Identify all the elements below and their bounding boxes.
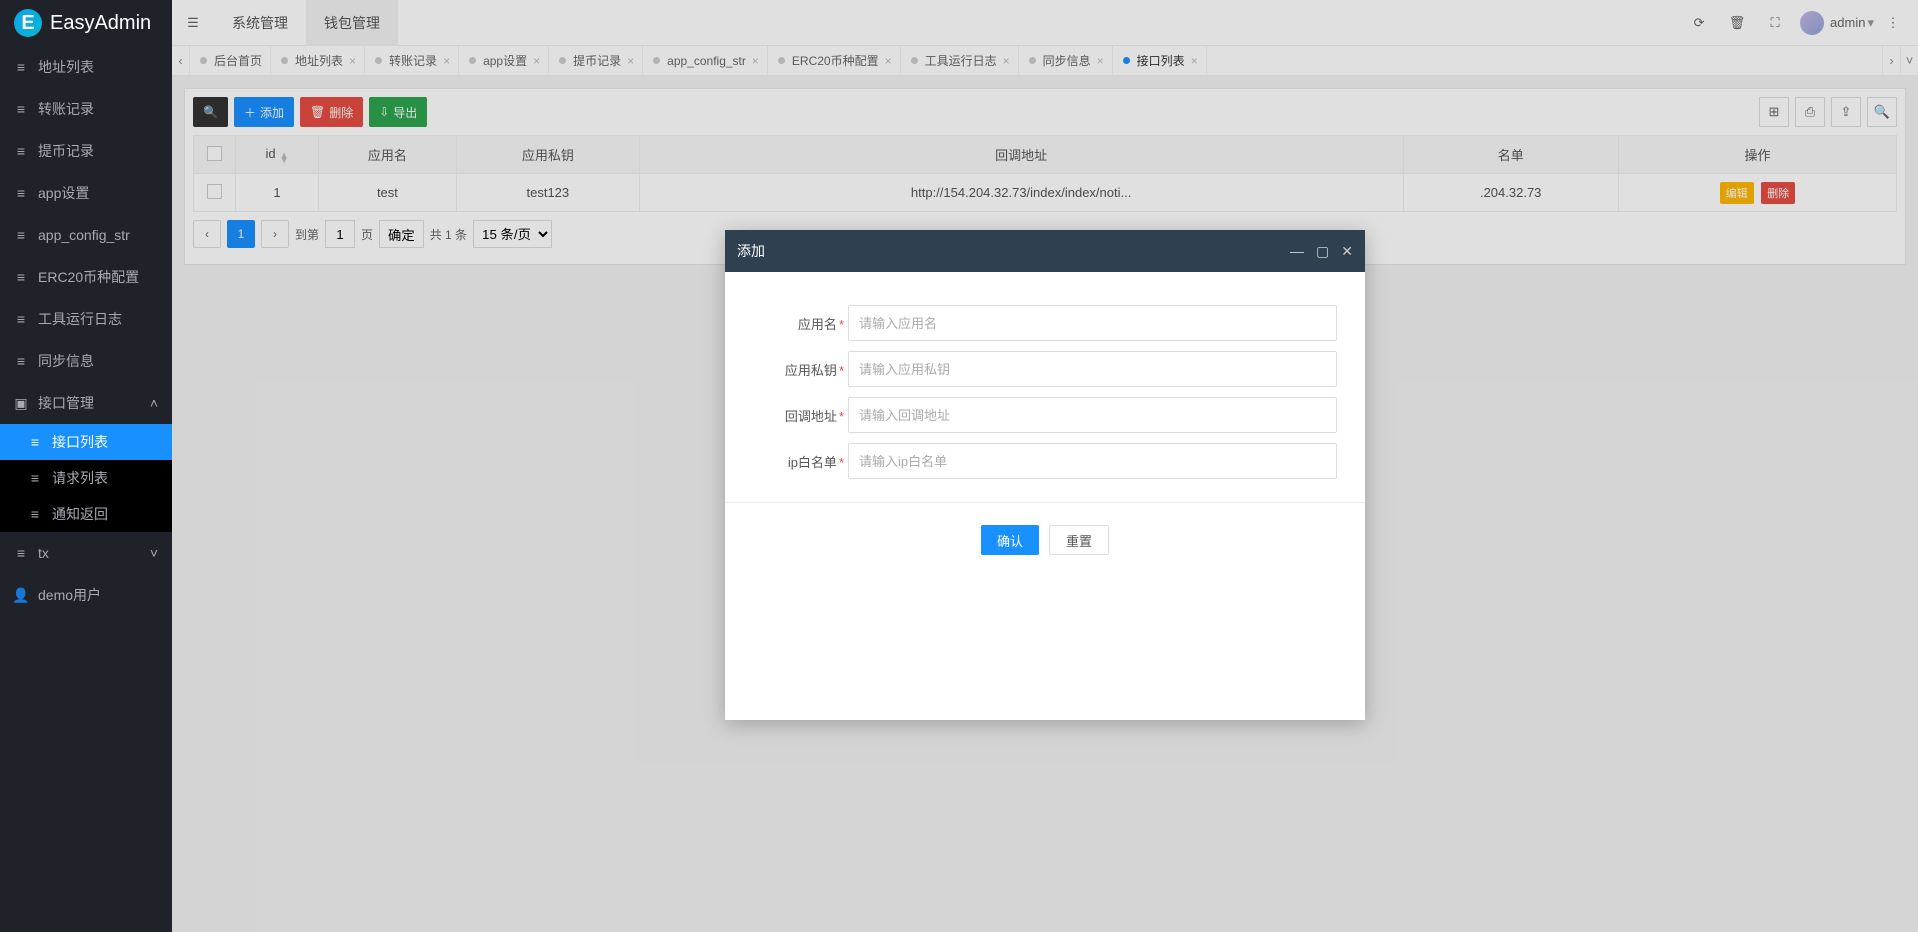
input-app-secret[interactable] [848, 351, 1337, 387]
sidebar-item-address-list[interactable]: ≡ 地址列表 [0, 46, 172, 88]
sidebar-label: 请求列表 [52, 468, 108, 488]
reset-button[interactable]: 重置 [1049, 525, 1109, 555]
list-icon: ≡ [28, 506, 42, 522]
sidebar-item-withdraw-log[interactable]: ≡ 提币记录 [0, 130, 172, 172]
add-modal: 添加 — ▢ ✕ 应用名* 应用私钥* 回调地址* ip白名单* [725, 230, 1365, 720]
user-icon: 👤 [14, 587, 28, 604]
sidebar-sub-notify-return[interactable]: ≡ 通知返回 [0, 496, 172, 532]
cube-icon: ▣ [14, 395, 28, 412]
list-icon: ≡ [14, 545, 28, 561]
brand-text: EasyAdmin [50, 12, 151, 35]
label-app-secret: 应用私钥* [753, 360, 848, 379]
main: ☰ 系统管理 钱包管理 ⟳ 🗑 ⛶ admin ▾ ⋮ ‹ 后台首页 地址列表×… [172, 0, 1918, 932]
list-icon: ≡ [28, 470, 42, 486]
modal-title: 添加 [737, 241, 765, 261]
field-app-secret: 应用私钥* [753, 346, 1337, 392]
sidebar-label: 同步信息 [38, 351, 94, 371]
input-app-name[interactable] [848, 305, 1337, 341]
sidebar-item-sync-info[interactable]: ≡ 同步信息 [0, 340, 172, 382]
minimize-icon[interactable]: — [1290, 243, 1304, 260]
logo-icon: E [14, 9, 42, 37]
sidebar-item-transfer-log[interactable]: ≡ 转账记录 [0, 88, 172, 130]
sidebar-sub-api-list[interactable]: ≡ 接口列表 [0, 424, 172, 460]
list-icon: ≡ [14, 227, 28, 243]
chevron-up-icon: ˄ [150, 395, 158, 411]
label-whitelist: ip白名单* [753, 452, 848, 471]
modal-header: 添加 — ▢ ✕ [725, 230, 1365, 272]
list-icon: ≡ [14, 353, 28, 369]
sidebar-label: 工具运行日志 [38, 309, 122, 329]
label-app-name: 应用名* [753, 314, 848, 333]
list-icon: ≡ [28, 434, 42, 450]
sidebar-item-tool-log[interactable]: ≡ 工具运行日志 [0, 298, 172, 340]
modal-ops: — ▢ ✕ [1290, 243, 1353, 260]
list-icon: ≡ [14, 311, 28, 327]
sidebar-group-api[interactable]: ▣ 接口管理 ˄ [0, 382, 172, 424]
sidebar-demo-user[interactable]: 👤 demo用户 [0, 574, 172, 616]
field-callback: 回调地址* [753, 392, 1337, 438]
sidebar-item-app-settings[interactable]: ≡ app设置 [0, 172, 172, 214]
sidebar: E EasyAdmin ≡ 地址列表 ≡ 转账记录 ≡ 提币记录 ≡ app设置… [0, 0, 172, 932]
sidebar-sub-request-list[interactable]: ≡ 请求列表 [0, 460, 172, 496]
sidebar-label: 转账记录 [38, 99, 94, 119]
close-icon[interactable]: ✕ [1341, 243, 1353, 260]
list-icon: ≡ [14, 59, 28, 75]
field-app-name: 应用名* [753, 300, 1337, 346]
logo: E EasyAdmin [0, 0, 172, 46]
sidebar-label: demo用户 [38, 585, 101, 605]
sidebar-item-erc20-config[interactable]: ≡ ERC20币种配置 [0, 256, 172, 298]
label-callback: 回调地址* [753, 406, 848, 425]
sidebar-label: tx [38, 545, 49, 561]
chevron-down-icon: ˅ [150, 545, 158, 561]
list-icon: ≡ [14, 185, 28, 201]
confirm-button[interactable]: 确认 [981, 525, 1039, 555]
sidebar-item-app-config-str[interactable]: ≡ app_config_str [0, 214, 172, 256]
sidebar-label: 接口列表 [52, 432, 108, 452]
input-callback[interactable] [848, 397, 1337, 433]
sidebar-label: app设置 [38, 183, 89, 203]
list-icon: ≡ [14, 269, 28, 285]
list-icon: ≡ [14, 143, 28, 159]
list-icon: ≡ [14, 101, 28, 117]
sidebar-label: app_config_str [38, 227, 130, 243]
field-whitelist: ip白名单* [753, 438, 1337, 484]
maximize-icon[interactable]: ▢ [1316, 243, 1329, 260]
input-whitelist[interactable] [848, 443, 1337, 479]
sidebar-label: 接口管理 [38, 393, 94, 413]
modal-footer: 确认 重置 [753, 503, 1337, 577]
sidebar-group-tx[interactable]: ≡ tx ˅ [0, 532, 172, 574]
sidebar-label: 提币记录 [38, 141, 94, 161]
sidebar-label: ERC20币种配置 [38, 267, 139, 287]
modal-body: 应用名* 应用私钥* 回调地址* ip白名单* 确认 重置 [725, 272, 1365, 720]
sidebar-label: 地址列表 [38, 57, 94, 77]
sidebar-label: 通知返回 [52, 504, 108, 524]
